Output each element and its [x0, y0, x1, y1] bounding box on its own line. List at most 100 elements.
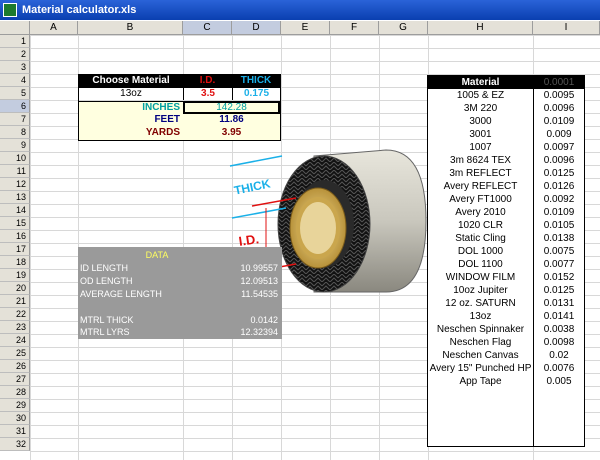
- column-header-c[interactable]: C: [183, 21, 232, 35]
- row-header-15[interactable]: 15: [0, 217, 30, 230]
- material-row[interactable]: Neschen Spinnaker 0.0038: [428, 323, 584, 336]
- column-header-a[interactable]: A: [30, 21, 78, 35]
- material-row[interactable]: Avery 2010 0.0109: [428, 206, 584, 219]
- material-row[interactable]: Neschen Canvas 0.02: [428, 349, 584, 362]
- material-row[interactable]: Avery FT1000 0.0092: [428, 193, 584, 206]
- row-header-3[interactable]: 3: [0, 61, 30, 74]
- material-row[interactable]: Neschen Flag 0.0098: [428, 336, 584, 349]
- row-header-5[interactable]: 5: [0, 87, 30, 100]
- material-row[interactable]: App Tape 0.005: [428, 375, 584, 388]
- row-header-32[interactable]: 32: [0, 438, 30, 451]
- material-row[interactable]: WINDOW FILM 0.0152: [428, 271, 584, 284]
- material-name: 12 oz. SATURN: [428, 297, 534, 310]
- material-row[interactable]: Avery 15" Punched HP 0.0076: [428, 362, 584, 375]
- material-row[interactable]: 3m 8624 TEX 0.0096: [428, 154, 584, 167]
- material-row[interactable]: 3m REFLECT 0.0125: [428, 167, 584, 180]
- material-thickness: 0.0125: [543, 168, 575, 179]
- od-length-label: OD LENGTH: [80, 276, 133, 286]
- row-header-4[interactable]: 4: [0, 74, 30, 87]
- material-name: 10oz Jupiter: [428, 284, 534, 297]
- column-header-g[interactable]: G: [379, 21, 428, 35]
- material-row[interactable]: DOL 1100 0.0077: [428, 258, 584, 271]
- row-header-7[interactable]: 7: [0, 113, 30, 126]
- column-header-h[interactable]: H: [428, 21, 533, 35]
- id-length-value: 10.99557: [240, 263, 278, 273]
- material-row[interactable]: 1007 0.0097: [428, 141, 584, 154]
- material-thickness: 0.0097: [543, 142, 575, 153]
- yards-value-cell[interactable]: 3.95: [183, 127, 280, 140]
- row-header-24[interactable]: 24: [0, 334, 30, 347]
- inches-value-cell[interactable]: 142.28: [183, 101, 280, 114]
- material-row[interactable]: 3M 220 0.0096: [428, 102, 584, 115]
- material-table: Material 0.0001 1005 & EZ 0.0095 3M 220 0.…: [427, 75, 585, 447]
- material-row[interactable]: 3001 0.009: [428, 128, 584, 141]
- material-thickness: 0.0141: [543, 311, 575, 322]
- row-header-25[interactable]: 25: [0, 347, 30, 360]
- material-thickness: 0.0095: [543, 90, 575, 101]
- row-header-26[interactable]: 26: [0, 360, 30, 373]
- material-row[interactable]: 1020 CLR 0.0105: [428, 219, 584, 232]
- select-all-corner[interactable]: [0, 21, 30, 35]
- data-panel: DATA ID LENGTH 10.99557 OD LENGTH 12.095…: [78, 247, 282, 339]
- row-header-16[interactable]: 16: [0, 230, 30, 243]
- row-header-18[interactable]: 18: [0, 256, 30, 269]
- material-select-cell[interactable]: 13oz: [79, 88, 183, 100]
- column-header-f[interactable]: F: [330, 21, 379, 35]
- material-name: 3001: [428, 128, 534, 141]
- material-thickness: 0.0109: [543, 207, 575, 218]
- row-header-12[interactable]: 12: [0, 178, 30, 191]
- row-header-13[interactable]: 13: [0, 191, 30, 204]
- row-header-8[interactable]: 8: [0, 126, 30, 139]
- row-header-22[interactable]: 22: [0, 308, 30, 321]
- material-thickness: 0.0138: [543, 233, 575, 244]
- id-input-cell[interactable]: 3.5: [183, 88, 232, 100]
- row-header-1[interactable]: 1: [0, 35, 30, 48]
- material-name: 3M 220: [428, 102, 534, 115]
- material-name: Avery REFLECT: [428, 180, 534, 193]
- row-header-21[interactable]: 21: [0, 295, 30, 308]
- row-header-17[interactable]: 17: [0, 243, 30, 256]
- row-header-30[interactable]: 30: [0, 412, 30, 425]
- row-header-28[interactable]: 28: [0, 386, 30, 399]
- mtrl-lyrs-label: MTRL LYRS: [80, 327, 130, 337]
- row-header-29[interactable]: 29: [0, 399, 30, 412]
- material-header-name: Material: [428, 76, 534, 89]
- material-name: Avery 2010: [428, 206, 534, 219]
- row-header-31[interactable]: 31: [0, 425, 30, 438]
- material-thickness: 0.02: [549, 350, 569, 361]
- material-row[interactable]: 1005 & EZ 0.0095: [428, 89, 584, 102]
- column-header-b[interactable]: B: [78, 21, 183, 35]
- material-name: 13oz: [428, 310, 534, 323]
- row-header-14[interactable]: 14: [0, 204, 30, 217]
- window-titlebar[interactable]: Material calculator.xls: [0, 0, 600, 20]
- feet-value-cell[interactable]: 11.86: [183, 114, 280, 127]
- row-header-2[interactable]: 2: [0, 48, 30, 61]
- material-thickness: 0.0152: [543, 272, 575, 283]
- row-header-23[interactable]: 23: [0, 321, 30, 334]
- material-row[interactable]: 12 oz. SATURN 0.0131: [428, 297, 584, 310]
- material-row[interactable]: DOL 1000 0.0075: [428, 245, 584, 258]
- material-row[interactable]: 13oz 0.0141: [428, 310, 584, 323]
- column-header-i[interactable]: I: [533, 21, 600, 35]
- row-header-6[interactable]: 6: [0, 100, 30, 113]
- material-name: 1005 & EZ: [428, 89, 534, 102]
- thick-dimension-line: [229, 155, 283, 167]
- row-header-9[interactable]: 9: [0, 139, 30, 152]
- row-header-11[interactable]: 11: [0, 165, 30, 178]
- material-row[interactable]: 10oz Jupiter 0.0125: [428, 284, 584, 297]
- row-header-20[interactable]: 20: [0, 282, 30, 295]
- material-table-header: Material 0.0001: [428, 76, 584, 89]
- material-row[interactable]: Avery REFLECT 0.0126: [428, 180, 584, 193]
- choose-material-header: Choose Material: [79, 75, 183, 88]
- column-header-d[interactable]: D: [232, 21, 281, 35]
- material-name: Avery 15" Punched HP: [428, 362, 534, 375]
- row-header-10[interactable]: 10: [0, 152, 30, 165]
- material-row[interactable]: Static Cling 0.0138: [428, 232, 584, 245]
- row-header-27[interactable]: 27: [0, 373, 30, 386]
- material-thickness: 0.0096: [543, 103, 575, 114]
- material-row[interactable]: 3000 0.0109: [428, 115, 584, 128]
- thick-input-cell[interactable]: 0.175: [232, 88, 280, 100]
- column-header-e[interactable]: E: [281, 21, 330, 35]
- row-header-19[interactable]: 19: [0, 269, 30, 282]
- avg-length-label: AVERAGE LENGTH: [80, 289, 162, 299]
